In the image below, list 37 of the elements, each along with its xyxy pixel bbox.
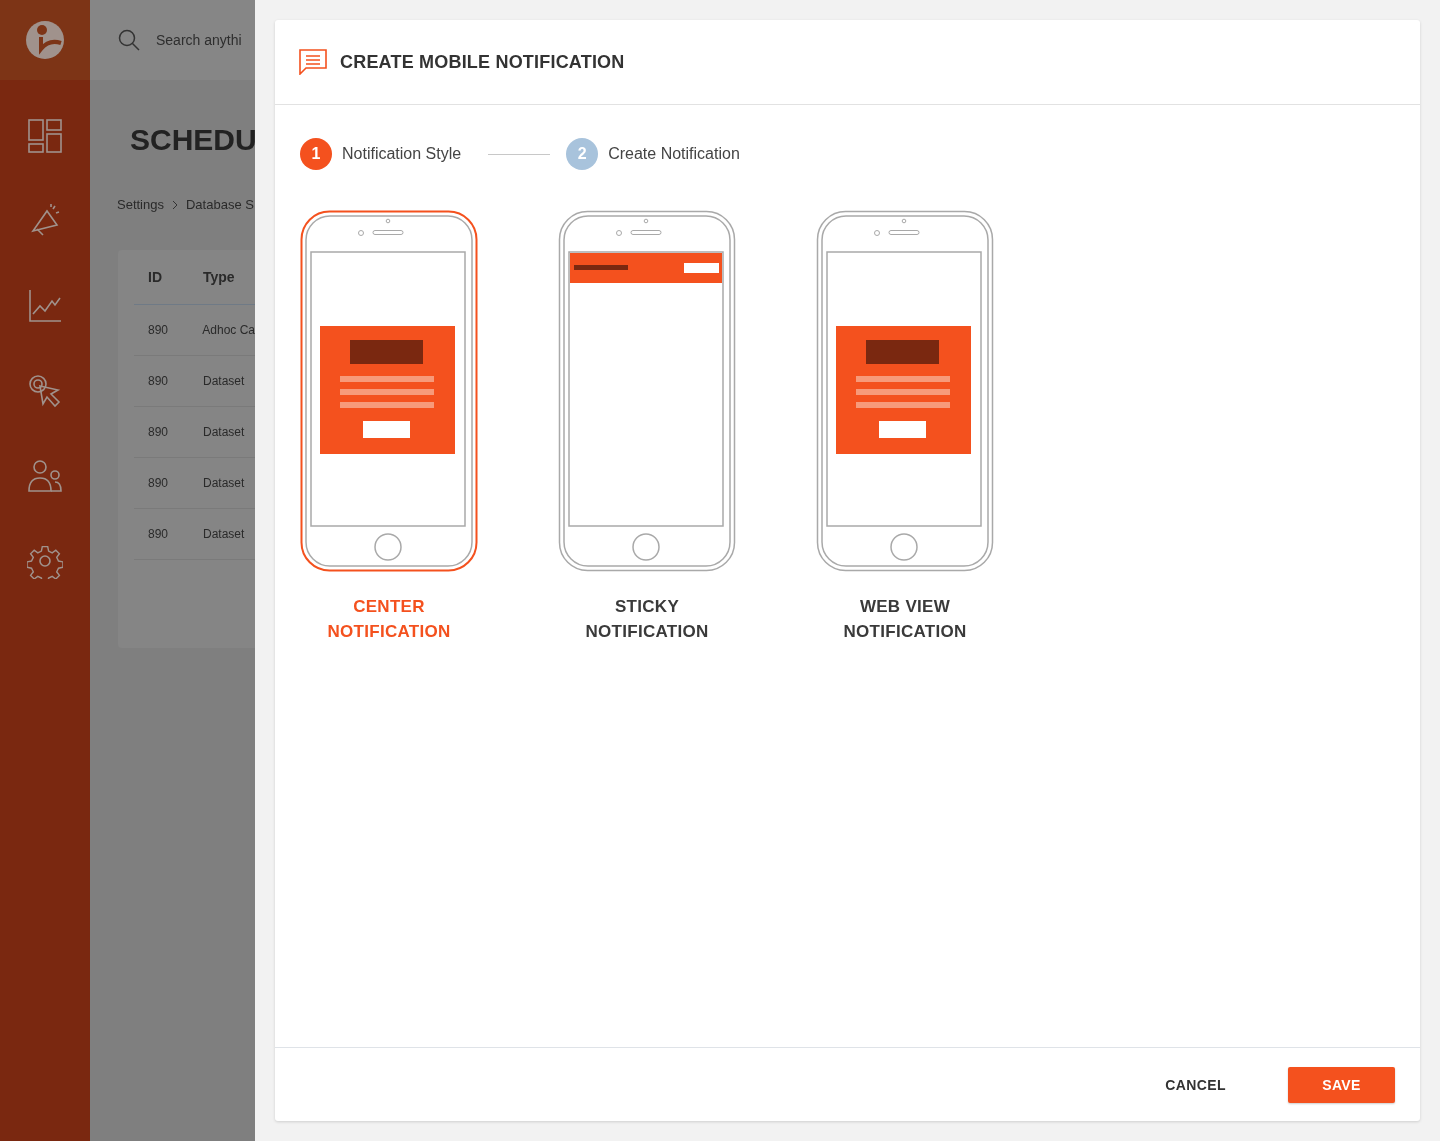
- page-title: SCHEDU: [130, 123, 255, 157]
- table-cell: Dataset: [203, 476, 245, 490]
- cancel-button[interactable]: CANCEL: [1159, 1075, 1232, 1094]
- save-button[interactable]: SAVE: [1288, 1066, 1395, 1103]
- step-label: Notification Style: [342, 145, 462, 163]
- table-cell-text: 890: [147, 476, 170, 490]
- dialog-title: CREATE MOBILE NOTIFICATION: [340, 51, 625, 73]
- table-cell-text: 890: [147, 323, 170, 337]
- table-cell: Adhoc Ca: [202, 323, 255, 337]
- phone-drawing[interactable]: [300, 210, 478, 572]
- style-label[interactable]: CENTER NOTIFICATION: [314, 594, 464, 644]
- breadcrumb-link[interactable]: Settings: [117, 197, 164, 212]
- style-label[interactable]: STICKY NOTIFICATION: [572, 594, 722, 644]
- table-cell-text: 890: [147, 527, 170, 541]
- phone-drawing[interactable]: [816, 210, 994, 572]
- table-cell: Dataset: [203, 527, 245, 541]
- step-label: Create Notification: [608, 145, 740, 163]
- table-cell-text: 890: [147, 374, 170, 388]
- column-header: ID: [147, 269, 163, 285]
- chevron-icon: [172, 199, 178, 210]
- table-cell-text: 890: [147, 425, 170, 439]
- breadcrumb-link[interactable]: Database S: [186, 197, 254, 212]
- table-cell: Dataset: [203, 425, 245, 439]
- style-label[interactable]: WEB VIEW NOTIFICATION: [830, 594, 980, 644]
- step-number: 1: [300, 138, 332, 170]
- chat-bubble-icon: [299, 49, 327, 75]
- cursor-click-icon[interactable]: [27, 373, 63, 409]
- chart-icon[interactable]: [27, 288, 63, 324]
- column-header: Type: [203, 269, 235, 285]
- users-icon[interactable]: [27, 458, 63, 494]
- logo-icon[interactable]: [25, 20, 65, 60]
- search-icon[interactable]: [118, 29, 140, 51]
- search-field[interactable]: Search anythi: [156, 32, 242, 48]
- table-cell: Dataset: [203, 374, 245, 388]
- step-number: 2: [566, 138, 599, 170]
- settings-icon[interactable]: [27, 543, 63, 579]
- dashboard-icon[interactable]: [27, 118, 63, 154]
